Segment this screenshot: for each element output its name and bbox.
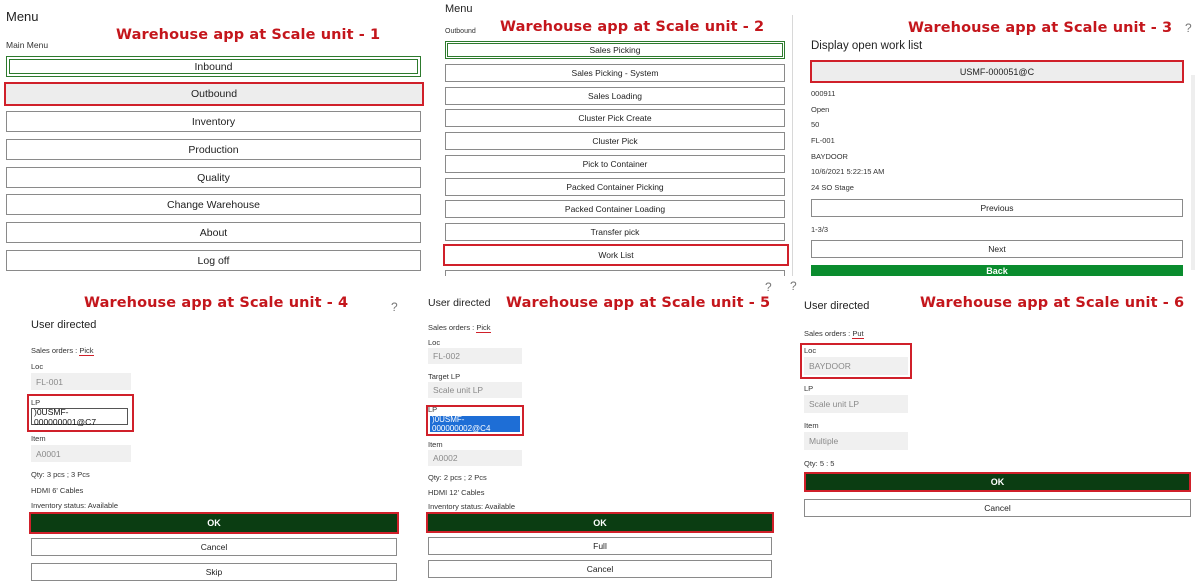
detail-line: 50 [811,120,820,129]
help-icon[interactable]: ? [765,280,772,294]
mode-line: Sales orders : Pick [31,346,94,356]
panel-scale-unit-3: Display open work list ? USMF-000051@C 0… [792,15,1200,276]
work-id-button[interactable]: USMF-000051@C [810,60,1184,83]
cancel-button[interactable]: Cancel [31,538,397,556]
lp-label: LP [804,384,814,393]
detail-line: FL-001 [811,136,835,145]
help-icon[interactable]: ? [790,279,797,293]
cancel-button[interactable]: Cancel [804,499,1191,517]
caption-scale-unit-3: Warehouse app at Scale unit - 3 [908,20,1173,36]
loc-field: FL-001 [31,373,131,390]
mode-prefix: Sales orders : [31,346,80,355]
detail-line: 10/6/2021 5:22:15 AM [811,167,885,176]
packed-container-picking-button[interactable]: Packed Container Picking [445,178,785,196]
inventory-status-text: Inventory status: Available [428,502,515,511]
inventory-button[interactable]: Inventory [6,111,421,132]
item-field: A0001 [31,445,131,462]
panel-scale-unit-2: Menu Outbound Sales Picking Sales Pickin… [436,0,790,276]
work-list-button[interactable]: Work List [443,244,789,266]
log-off-button[interactable]: Log off [6,250,421,271]
packed-container-loading-button[interactable]: Packed Container Loading [445,200,785,218]
lp-highlight [426,405,524,436]
pick-to-container-button[interactable]: Pick to Container [445,155,785,173]
sales-picking-system-button[interactable]: Sales Picking - System [445,64,785,82]
description-text: HDMI 6' Cables [31,486,84,495]
ok-button[interactable]: OK [29,512,399,534]
caption-scale-unit-1: Warehouse app at Scale unit - 1 [116,27,381,43]
sales-loading-button[interactable]: Sales Loading [445,87,785,105]
sales-picking-button[interactable]: Sales Picking [445,41,785,59]
change-warehouse-button[interactable]: Change Warehouse [6,194,421,215]
qty-text: Qty: 3 pcs ; 3 Pcs [31,470,90,479]
inbound-button[interactable]: Inbound [6,56,421,77]
item-field: Multiple [804,432,908,450]
mode-value: Pick [79,346,94,356]
caption-scale-unit-5: Warehouse app at Scale unit - 5 [506,295,771,311]
inventory-status-text: Inventory status: Available [31,501,118,510]
mode-prefix: Sales orders : [804,329,853,338]
detail-line: Open [811,105,830,114]
quality-button[interactable]: Quality [6,167,421,188]
cluster-pick-create-button[interactable]: Cluster Pick Create [445,109,785,127]
caption-scale-unit-4: Warehouse app at Scale unit - 4 [84,295,349,311]
page-indicator: 1-3/3 [811,225,829,234]
loc-label: Loc [31,362,44,371]
item-label: Item [804,421,819,430]
loc-highlight [800,343,912,379]
panel-scale-unit-5: ? User directed Sales orders : Pick Loc … [412,280,788,588]
loc-label: Loc [428,338,441,347]
qty-text: Qty: 2 pcs ; 2 Pcs [428,473,487,482]
mode-line: Sales orders : Pick [428,323,491,333]
panel-scale-unit-6: ? User directed Sales orders : Put Loc B… [790,278,1200,588]
previous-button[interactable]: Previous [811,199,1183,217]
page-title: User directed [428,297,491,309]
help-icon[interactable]: ? [391,300,398,314]
panel-divider [792,15,793,276]
panel-scale-unit-4: ? User directed Sales orders : Pick Loc … [0,292,410,588]
detail-line: 000911 [811,89,836,98]
target-lp-label: Target LP [428,372,461,381]
loc-field: FL-002 [428,348,522,364]
menu-title: Menu [445,3,473,15]
transfer-pick-button[interactable]: Transfer pick [445,223,785,241]
mode-line: Sales orders : Put [804,329,864,339]
lp-field: Scale unit LP [804,395,908,413]
ok-button[interactable]: OK [804,472,1191,492]
cancel-button[interactable]: Cancel [428,560,772,578]
page-title: User directed [804,300,870,312]
description-text: HDMI 12' Cables [428,488,485,497]
next-button[interactable]: Next [811,240,1183,258]
detail-line: 24 SO Stage [811,183,854,192]
ok-button[interactable]: OK [426,512,774,533]
item-label: Item [428,440,443,449]
caption-scale-unit-2: Warehouse app at Scale unit - 2 [500,19,765,35]
about-button[interactable]: About [6,222,421,243]
mode-prefix: Sales orders : [428,323,477,332]
lp-highlight [27,394,134,432]
item-field: A0002 [428,450,522,466]
page-title: User directed [31,319,97,331]
item-label: Item [31,434,46,443]
panel-scale-unit-1: Menu Main Menu Inbound Outbound Inventor… [0,0,428,290]
mode-value: Pick [476,323,491,333]
scrollbar[interactable] [1191,75,1195,270]
help-icon[interactable]: ? [1185,21,1192,35]
mode-value: Put [852,329,864,339]
detail-line: BAYDOOR [811,152,848,161]
page-title: Display open work list [811,40,923,52]
skip-button[interactable]: Skip [31,563,397,581]
menu-title: Menu [6,9,39,24]
qty-text: Qty: 5 : 5 [804,459,835,468]
production-button[interactable]: Production [6,139,421,160]
caption-scale-unit-6: Warehouse app at Scale unit - 6 [920,295,1185,311]
outbound-button[interactable]: Outbound [4,82,424,106]
next-menu-item-partial[interactable] [445,270,785,276]
full-button[interactable]: Full [428,537,772,555]
outbound-subtitle: Outbound [445,28,476,35]
back-button[interactable]: Back [811,265,1183,276]
cluster-pick-button[interactable]: Cluster Pick [445,132,785,150]
target-lp-field: Scale unit LP [428,382,522,398]
main-menu-subtitle: Main Menu [6,40,49,50]
